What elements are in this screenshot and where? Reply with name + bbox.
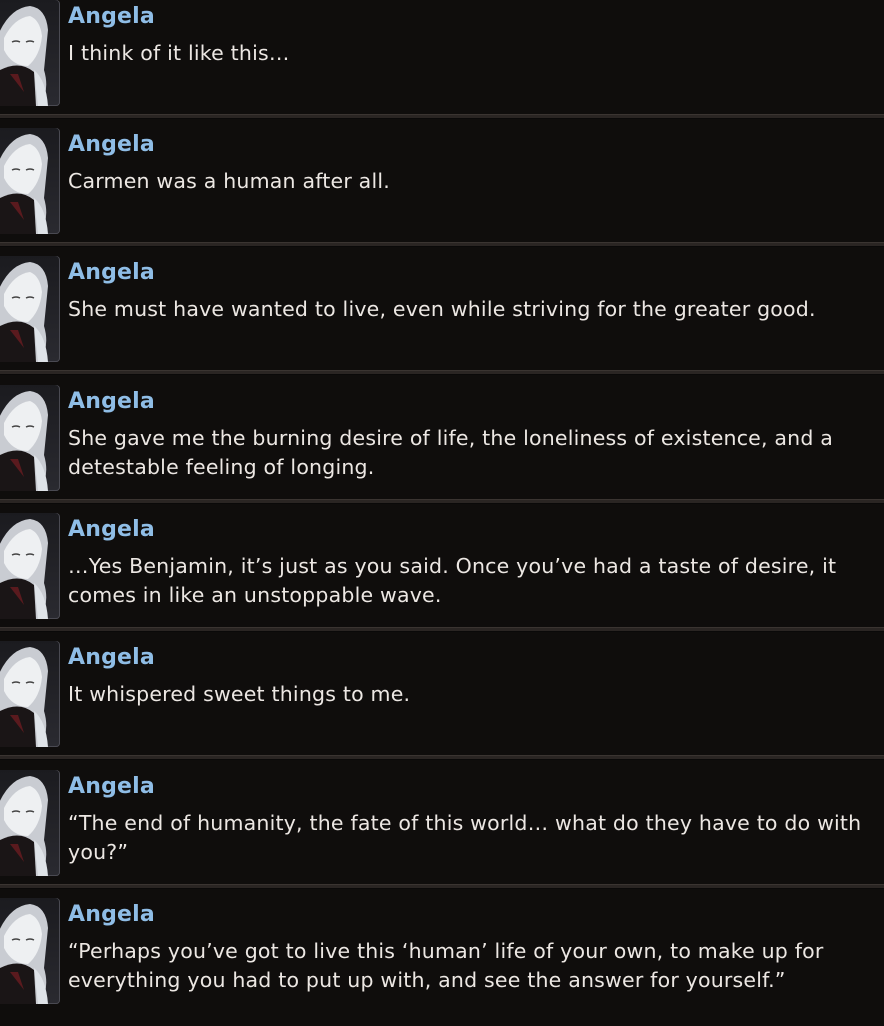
speaker-name: Angela: [68, 645, 155, 670]
divider: [0, 242, 884, 247]
divider: [0, 499, 884, 504]
divider: [0, 370, 884, 375]
log-entry: Angela “Perhaps you’ve got to live this …: [0, 898, 884, 1026]
dialogue-text: Carmen was a human after all.: [68, 169, 390, 193]
dialogue-text: “Perhaps you’ve got to live this ‘human’…: [68, 939, 824, 992]
angela-portrait-icon: [0, 770, 60, 876]
dialogue-log[interactable]: Angela I think of it like this… Angela C…: [0, 0, 884, 1011]
dialogue-text: I think of it like this…: [68, 41, 290, 65]
dialogue-text: “The end of humanity, the fate of this w…: [68, 811, 862, 864]
angela-portrait-icon: [0, 385, 60, 491]
log-entry: Angela Carmen was a human after all.: [0, 128, 884, 256]
dialogue-text: …Yes Benjamin, it’s just as you said. On…: [68, 554, 837, 607]
angela-portrait-icon: [0, 513, 60, 619]
angela-portrait-icon: [0, 0, 60, 106]
log-entry: Angela …Yes Benjamin, it’s just as you s…: [0, 513, 884, 641]
speaker-name: Angela: [68, 389, 155, 414]
log-entry: Angela She gave me the burning desire of…: [0, 385, 884, 513]
angela-portrait-icon: [0, 898, 60, 1004]
divider: [0, 114, 884, 119]
angela-portrait-icon: [0, 641, 60, 747]
angela-portrait-icon: [0, 256, 60, 362]
speaker-name: Angela: [68, 260, 155, 285]
speaker-name: Angela: [68, 517, 155, 542]
dialogue-text: It whispered sweet things to me.: [68, 682, 411, 706]
dialogue-text: She gave me the burning desire of life, …: [68, 426, 834, 479]
log-entry: Angela I think of it like this…: [0, 0, 884, 128]
log-entry: Angela “The end of humanity, the fate of…: [0, 770, 884, 898]
divider: [0, 627, 884, 632]
angela-portrait-icon: [0, 128, 60, 234]
speaker-name: Angela: [68, 132, 155, 157]
divider: [0, 755, 884, 760]
speaker-name: Angela: [68, 774, 155, 799]
speaker-name: Angela: [68, 4, 155, 29]
divider: [0, 884, 884, 889]
log-entry: Angela It whispered sweet things to me.: [0, 641, 884, 769]
dialogue-text: She must have wanted to live, even while…: [68, 297, 816, 321]
speaker-name: Angela: [68, 902, 155, 927]
log-entry: Angela She must have wanted to live, eve…: [0, 256, 884, 384]
